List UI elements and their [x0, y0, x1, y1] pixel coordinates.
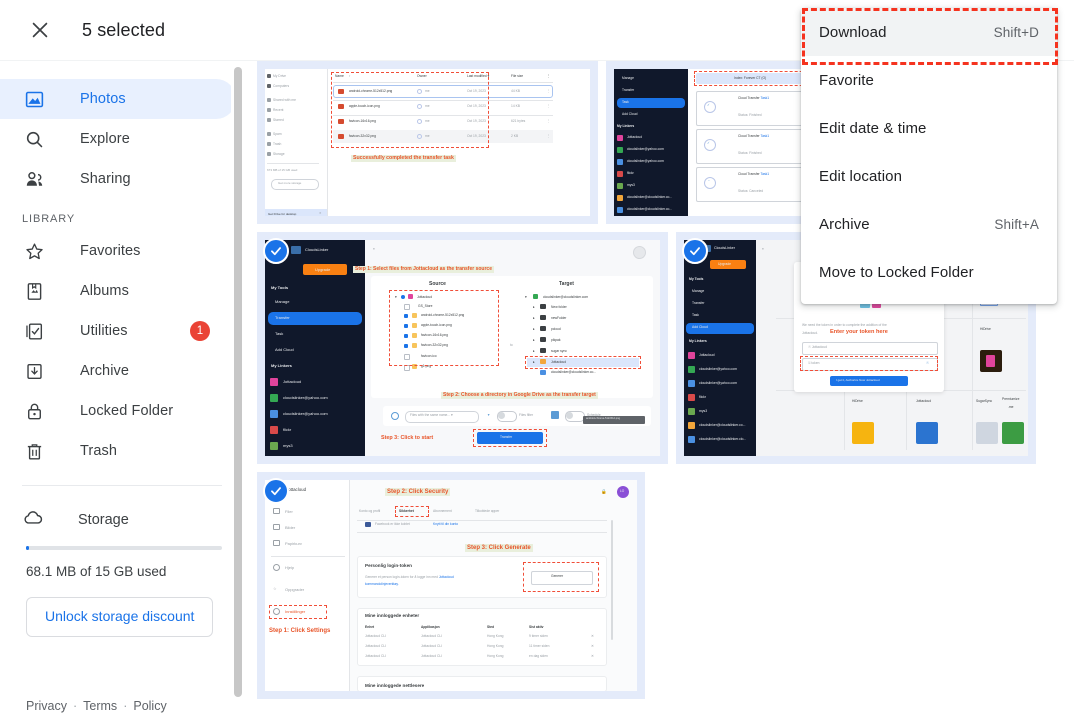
mini-screenshot-google-drive: My Drive Computers Shared with me Recent…: [265, 69, 590, 216]
sidebar-item-label: Photos: [80, 91, 126, 107]
star-icon: [22, 239, 46, 263]
sidebar-item-label: Explore: [80, 131, 130, 147]
menu-item-label: Edit location: [819, 167, 903, 185]
cloud-icon: [22, 507, 44, 534]
menu-item-label: Archive: [819, 215, 870, 233]
grid-gap: [598, 61, 606, 224]
photo-tile-jottacloud-security[interactable]: Jottacloud Filer Bilder Papirkurv Hjelp …: [257, 472, 645, 699]
sidebar-item-trash[interactable]: Trash: [0, 431, 236, 471]
primary-nav: Photos Explore Sharing LIBRARY Favorites…: [0, 61, 244, 637]
menu-item-move-to-locked-folder[interactable]: Move to Locked Folder: [801, 248, 1057, 296]
photo-thumbnail: Jottacloud Filer Bilder Papirkurv Hjelp …: [265, 480, 637, 691]
search-icon: [22, 127, 46, 151]
footer-separator: ·: [123, 699, 128, 713]
utilities-badge: 1: [190, 321, 210, 341]
menu-item-shortcut: Shift+A: [994, 216, 1039, 232]
selection-count-label: 5 selected: [82, 19, 166, 40]
menu-item-edit-date-time[interactable]: Edit date & time: [801, 104, 1057, 152]
menu-item-favorite[interactable]: Favorite: [801, 56, 1057, 104]
lock-icon: [22, 399, 46, 423]
sidebar-divider: [22, 485, 222, 486]
mini-screenshot-cloudslinker-transfer: CloudsLinker Upgrade My Tools Manage Tra…: [265, 240, 660, 456]
photo-selected-check-icon[interactable]: [263, 238, 289, 264]
sidebar-item-label: Locked Folder: [80, 403, 174, 419]
sidebar-item-label: Archive: [80, 363, 130, 379]
sidebar-item-photos[interactable]: Photos: [0, 79, 236, 119]
grid-gap: [668, 232, 676, 464]
terms-link[interactable]: Terms: [83, 699, 117, 713]
archive-icon: [22, 359, 46, 383]
photo-icon: [22, 87, 46, 111]
photos-app-window: 5 selected Photos Explore Sharing LIBRAR…: [0, 0, 1074, 713]
photo-tile-cloudslinker-transfer[interactable]: CloudsLinker Upgrade My Tools Manage Tra…: [257, 232, 668, 464]
menu-item-shortcut: Shift+D: [993, 24, 1039, 40]
grid-gap-row: [257, 464, 1074, 472]
photo-grid-row: Jottacloud Filer Bilder Papirkurv Hjelp …: [257, 472, 1074, 699]
menu-item-label: Move to Locked Folder: [819, 263, 974, 281]
sidebar: Photos Explore Sharing LIBRARY Favorites…: [0, 61, 244, 713]
photo-thumbnail: CloudsLinker Upgrade My Tools Manage Tra…: [265, 240, 660, 456]
menu-item-download[interactable]: Download Shift+D: [801, 8, 1057, 56]
sidebar-scrollbar-thumb[interactable]: [234, 67, 242, 697]
sidebar-item-albums[interactable]: Albums: [0, 271, 236, 311]
sidebar-footer-links: Privacy · Terms · Policy: [26, 699, 167, 713]
sidebar-section-label: LIBRARY: [22, 213, 76, 225]
menu-item-label: Edit date & time: [819, 119, 927, 137]
photo-selected-check-icon[interactable]: [682, 238, 708, 264]
sidebar-item-label: Trash: [80, 443, 118, 459]
sidebar-item-storage[interactable]: Storage: [0, 500, 244, 540]
storage-label: Storage: [78, 512, 129, 528]
people-icon: [22, 167, 46, 191]
storage-meter: [26, 546, 222, 550]
utilities-icon: [22, 319, 46, 343]
menu-item-label: Download: [819, 23, 887, 41]
mini-screenshot-jottacloud-security: Jottacloud Filer Bilder Papirkurv Hjelp …: [265, 480, 637, 691]
menu-item-edit-location[interactable]: Edit location: [801, 152, 1057, 200]
unlock-storage-discount-button[interactable]: Unlock storage discount: [26, 597, 214, 637]
sidebar-item-explore[interactable]: Explore: [0, 119, 236, 159]
menu-item-archive[interactable]: Archive Shift+A: [801, 200, 1057, 248]
sidebar-item-label: Albums: [80, 283, 129, 299]
sidebar-item-archive[interactable]: Archive: [0, 351, 236, 391]
photo-tile-google-drive-transfer[interactable]: My Drive Computers Shared with me Recent…: [257, 61, 598, 224]
privacy-link[interactable]: Privacy: [26, 699, 67, 713]
sidebar-item-label: Sharing: [80, 171, 131, 187]
album-icon: [22, 279, 46, 303]
sidebar-item-favorites[interactable]: Favorites: [0, 231, 236, 271]
storage-usage-text: 68.1 MB of 15 GB used: [26, 564, 167, 579]
trash-icon: [22, 439, 46, 463]
photo-selected-check-icon[interactable]: [263, 478, 289, 504]
policy-link[interactable]: Policy: [133, 699, 166, 713]
storage-meter-fill: [26, 546, 29, 550]
sidebar-item-label: Favorites: [80, 243, 141, 259]
photo-thumbnail: My Drive Computers Shared with me Recent…: [265, 69, 590, 216]
close-icon[interactable]: [18, 8, 62, 52]
sidebar-item-sharing[interactable]: Sharing: [0, 159, 236, 199]
sidebar-item-locked-folder[interactable]: Locked Folder: [0, 391, 236, 431]
sidebar-scrollbar[interactable]: [231, 61, 244, 713]
context-menu: Download Shift+D Favorite Edit date & ti…: [801, 8, 1057, 304]
sidebar-item-utilities[interactable]: Utilities 1: [0, 311, 236, 351]
footer-separator: ·: [72, 699, 78, 713]
menu-item-label: Favorite: [819, 71, 874, 89]
sidebar-item-label: Utilities: [80, 323, 128, 339]
